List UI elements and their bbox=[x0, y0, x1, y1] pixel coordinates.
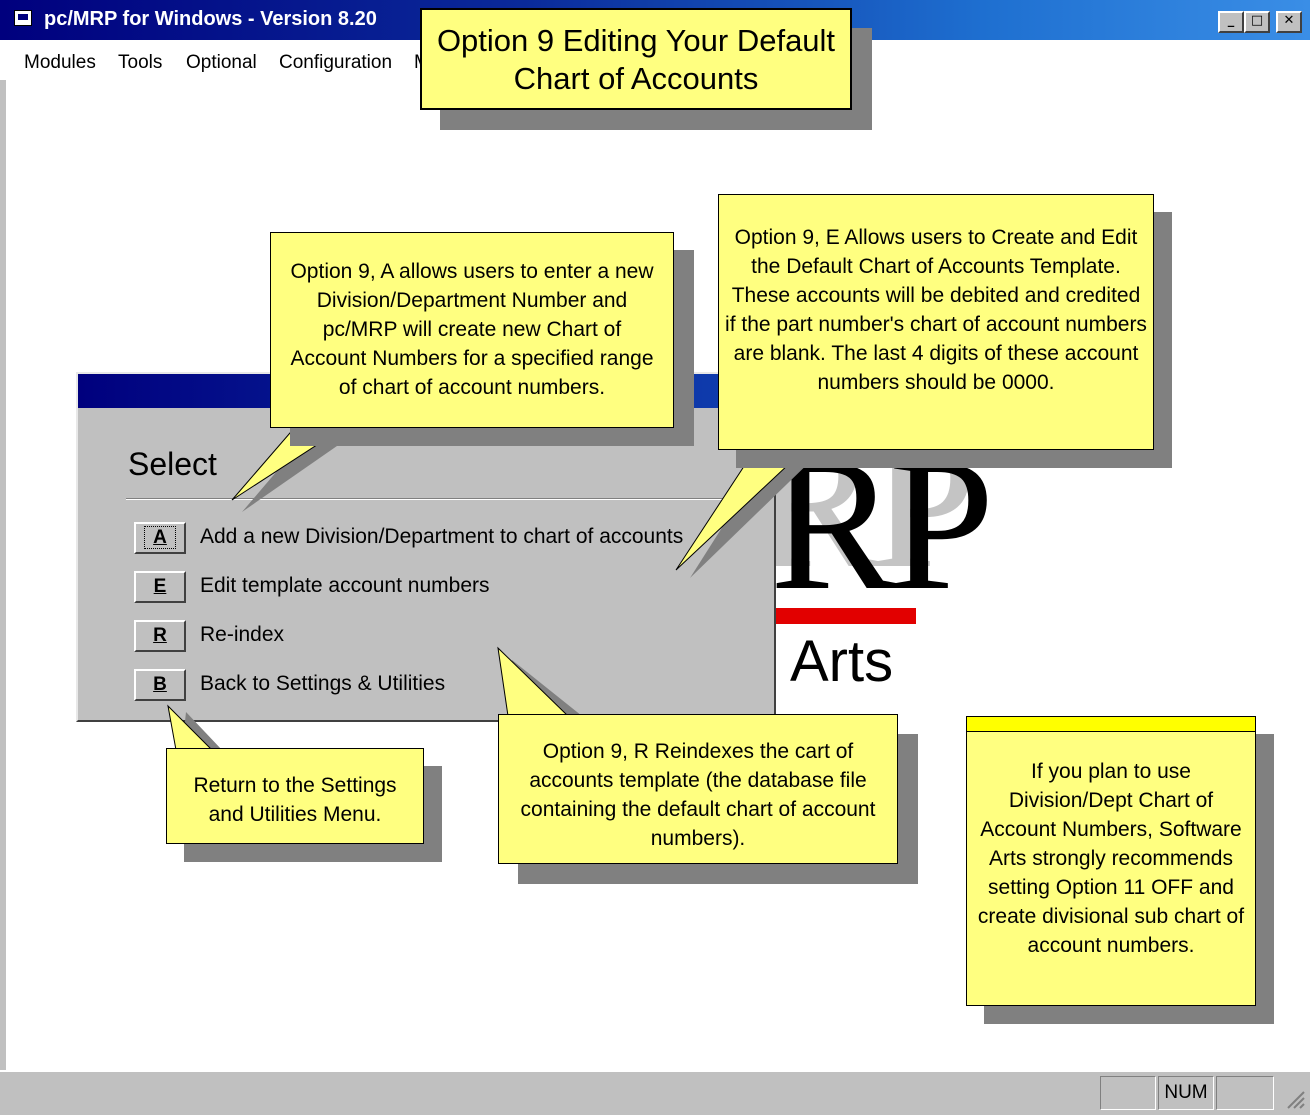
note-callout-text: If you plan to use Division/Dept Chart o… bbox=[977, 760, 1245, 957]
callout-option-r-text: Option 9, R Reindexes the cart of accoun… bbox=[520, 740, 876, 850]
note-callout: If you plan to use Division/Dept Chart o… bbox=[966, 716, 1256, 1006]
title-callout-text: Option 9 Editing Your Default Chart of A… bbox=[436, 23, 836, 96]
callout-option-r: Option 9, R Reindexes the cart of accoun… bbox=[498, 714, 898, 864]
callout-r-tail bbox=[497, 646, 570, 717]
callout-option-b-text: Return to the Settings and Utilities Men… bbox=[193, 774, 397, 826]
title-callout: Option 9 Editing Your Default Chart of A… bbox=[420, 8, 852, 110]
callout-option-e-text: Option 9, E Allows users to Create and E… bbox=[725, 226, 1147, 394]
callout-option-a: Option 9, A allows users to enter a new … bbox=[270, 232, 674, 428]
status-panel-num: NUM bbox=[1158, 1076, 1214, 1110]
status-panel-scroll bbox=[1216, 1076, 1274, 1110]
note-header-strip bbox=[967, 717, 1255, 732]
callout-option-b: Return to the Settings and Utilities Men… bbox=[166, 748, 424, 844]
callout-option-e: Option 9, E Allows users to Create and E… bbox=[718, 194, 1154, 450]
callout-b-tail bbox=[167, 704, 214, 751]
status-panel-caps bbox=[1100, 1076, 1156, 1110]
resize-grip-icon[interactable] bbox=[1284, 1086, 1306, 1110]
callout-option-a-text: Option 9, A allows users to enter a new … bbox=[290, 260, 654, 399]
